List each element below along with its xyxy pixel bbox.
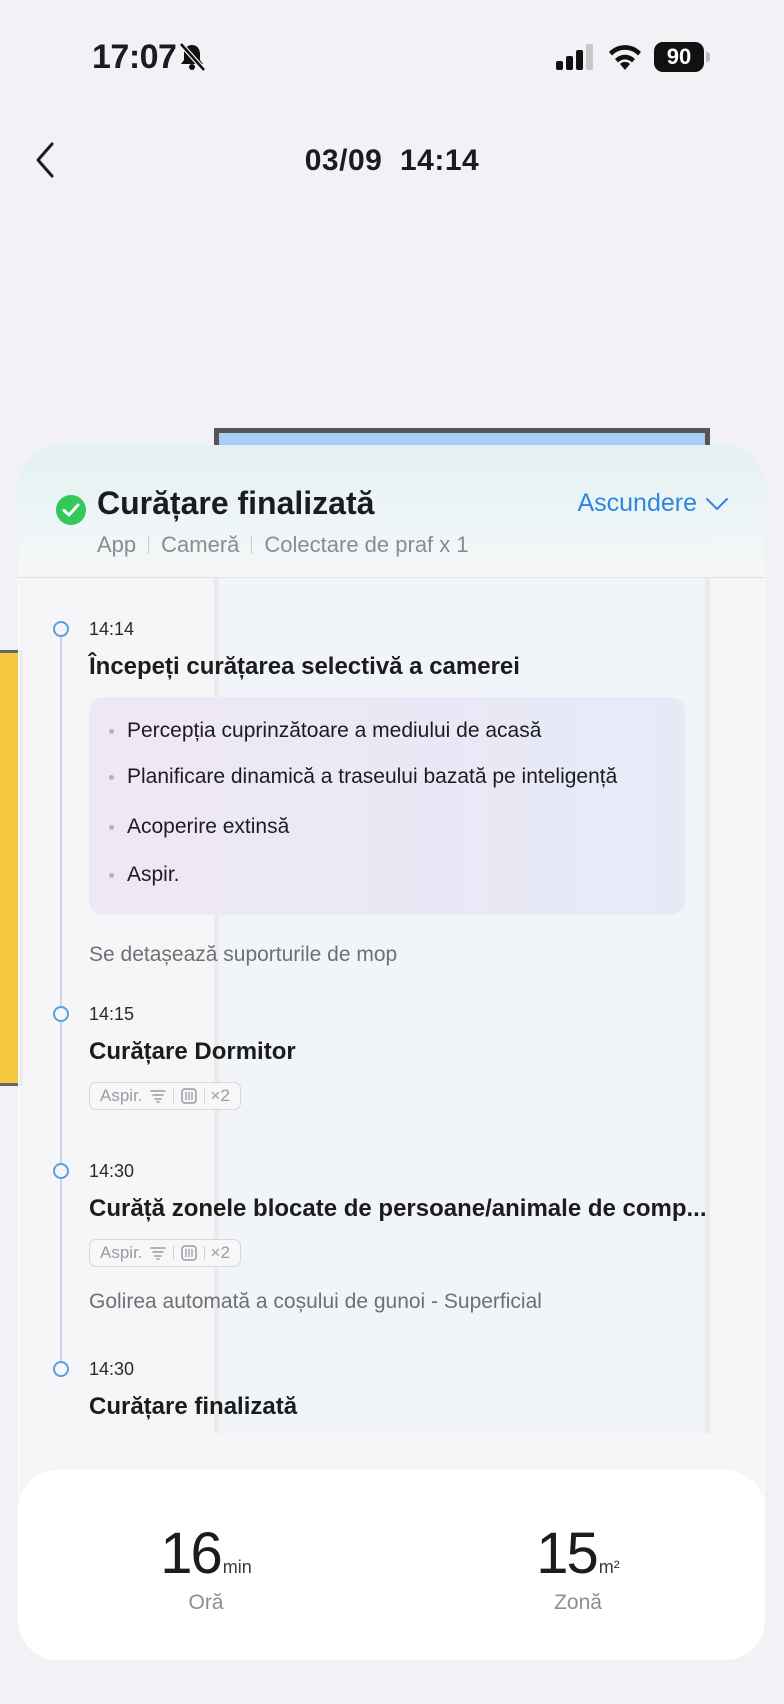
- stats-card: 16 min Oră 15 m² Zonă: [18, 1470, 765, 1660]
- timeline-dot: [53, 1163, 69, 1179]
- area-stat: 15 m² Zonă: [458, 1520, 698, 1615]
- list-item: Aspir.: [109, 863, 180, 887]
- tag-divider: [172, 1246, 174, 1260]
- event-title: Curățare finalizată: [89, 1393, 298, 1420]
- duration-value: 16: [160, 1521, 222, 1586]
- duration-stat: 16 min Oră: [86, 1520, 326, 1615]
- event-time: 14:30: [89, 1161, 135, 1181]
- cellular-signal-icon: [556, 44, 593, 70]
- event-title: Curățare Dormitor: [89, 1038, 296, 1065]
- mode-tag: Aspir. ×2: [89, 1082, 241, 1110]
- meta-divider: [148, 536, 150, 554]
- report-meta: App Cameră Colectare de praf x 1: [97, 532, 469, 558]
- tag-divider: [203, 1246, 205, 1260]
- feature-text: Percepția cuprinzătoare a mediului de ac…: [127, 719, 542, 742]
- hide-details-label: Ascundere: [577, 489, 697, 517]
- feature-list: Percepția cuprinzătoare a mediului de ac…: [89, 697, 685, 915]
- meta-mode: Cameră: [161, 532, 240, 557]
- meta-divider: [251, 536, 253, 554]
- list-item: Planificare dinamică a traseului bazată …: [109, 765, 617, 789]
- tag-divider: [203, 1089, 205, 1103]
- mode-label: Aspir.: [100, 1086, 143, 1105]
- event-note: Se detașează suporturile de mop: [89, 943, 398, 966]
- bullet: [109, 774, 114, 780]
- wifi-icon: [609, 45, 641, 70]
- list-item: Acoperire extinsă: [109, 815, 289, 839]
- chevron-down-icon: [706, 497, 728, 510]
- meta-dust-collection: Colectare de praf x 1: [264, 532, 469, 557]
- status-time: 17:07: [92, 38, 177, 76]
- bell-muted-icon: [179, 42, 206, 72]
- passes-label: ×2: [210, 1243, 230, 1262]
- area-value: 15: [536, 1521, 598, 1586]
- suction-icon: [149, 1247, 166, 1260]
- brush-icon: [180, 1245, 197, 1261]
- duration-label: Oră: [188, 1591, 224, 1614]
- duration-unit: min: [222, 1557, 252, 1577]
- event-title: Curăță zonele blocate de persoane/animal…: [89, 1195, 707, 1222]
- battery-indicator: 90: [654, 42, 712, 72]
- suction-icon: [149, 1090, 166, 1103]
- timeline-dot: [53, 1361, 69, 1377]
- feature-text: Aspir.: [127, 863, 180, 886]
- timeline-line: [60, 627, 62, 1372]
- battery-level: 90: [654, 42, 704, 72]
- event-time: 14:14: [89, 619, 135, 639]
- passes-label: ×2: [210, 1086, 230, 1105]
- page-title: 03/09 14:14: [304, 144, 480, 177]
- feature-text: Acoperire extinsă: [127, 815, 290, 838]
- meta-source: App: [97, 532, 137, 557]
- nav-bar: 03/09 14:14: [0, 120, 784, 200]
- bullet: [109, 872, 114, 878]
- area-unit: m²: [598, 1557, 620, 1577]
- report-title: Curățare finalizată: [97, 485, 375, 521]
- mode-tag: Aspir. ×2: [89, 1239, 241, 1267]
- bullet: [109, 728, 114, 734]
- event-note: Golirea automată a coșului de gunoi - Su…: [89, 1290, 542, 1313]
- timeline-dot: [53, 621, 69, 637]
- feature-text: Planificare dinamică a traseului bazată …: [127, 765, 618, 788]
- bullet: [109, 824, 114, 830]
- event-time: 14:30: [89, 1359, 135, 1379]
- area-value-row: 15 m²: [458, 1520, 698, 1587]
- tag-divider: [172, 1089, 174, 1103]
- check-circle-icon: [56, 495, 86, 525]
- status-bar: 17:07 90: [0, 0, 784, 110]
- list-item: Percepția cuprinzătoare a mediului de ac…: [109, 719, 541, 743]
- event-title: Începeți curățarea selectivă a camerei: [89, 653, 520, 680]
- timeline-dot: [53, 1006, 69, 1022]
- event-time: 14:15: [89, 1004, 135, 1024]
- hide-details-button[interactable]: Ascundere: [577, 489, 729, 518]
- mode-label: Aspir.: [100, 1243, 143, 1262]
- duration-value-row: 16 min: [86, 1520, 326, 1587]
- battery-tip: [706, 52, 710, 62]
- brush-icon: [180, 1088, 197, 1104]
- area-label: Zonă: [554, 1591, 602, 1614]
- report-header: Curățare finalizată Ascundere App Cameră…: [18, 445, 765, 578]
